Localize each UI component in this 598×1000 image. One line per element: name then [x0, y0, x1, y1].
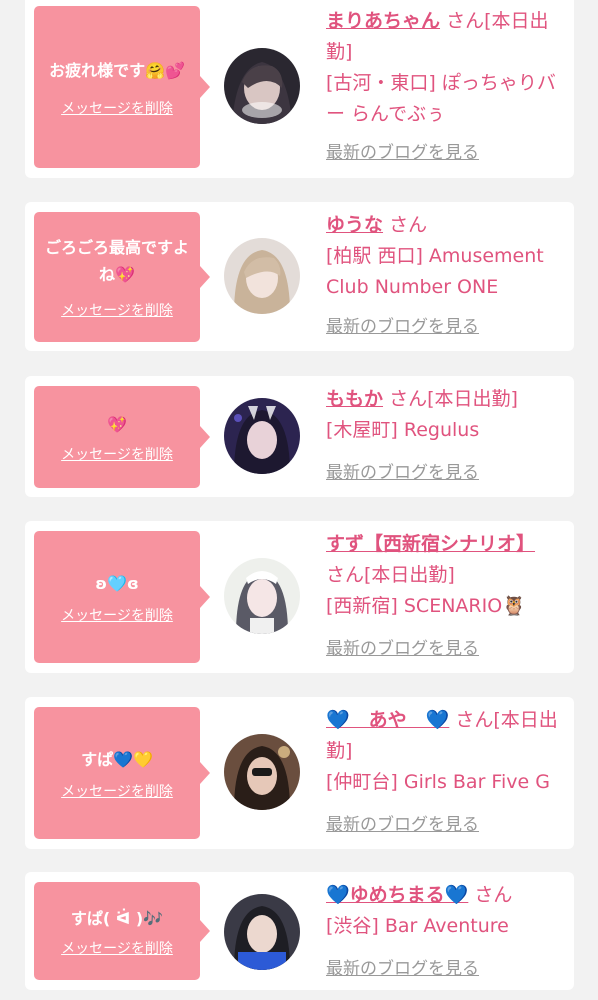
message-card: ごろごろ最高ですよね💖 メッセージを削除 ゆうな さん [柏駅 西口] Amus… — [25, 202, 574, 351]
message-bubble: お疲れ様です🤗💕 メッセージを削除 — [34, 6, 210, 168]
cast-suffix: さん — [389, 214, 428, 236]
message-bubble: 💖 メッセージを削除 — [34, 386, 210, 488]
latest-blog-link[interactable]: 最新のブログを見る — [326, 638, 479, 660]
avatar[interactable] — [224, 558, 300, 634]
shop-info: [渋谷] Bar Aventure — [326, 915, 509, 937]
message-card: すぱ( ᐛ )🎶 メッセージを削除 💙ゆめちまる💙 さん [渋谷] Bar Av… — [25, 872, 574, 990]
avatar[interactable] — [224, 238, 300, 314]
cast-name-link[interactable]: 💙 あや 💙 — [326, 709, 449, 731]
shop-info: [西新宿] SCENARIO🦉 — [326, 595, 526, 617]
cast-info: 💙ゆめちまる💙 さん [渋谷] Bar Aventure — [326, 880, 562, 942]
message-card: ʚ🩵ɞ メッセージを削除 すず【西新宿シナリオ】 さん[本日出勤] [西新宿] … — [25, 521, 574, 673]
avatar[interactable] — [224, 734, 300, 810]
latest-blog-link[interactable]: 最新のブログを見る — [326, 316, 479, 338]
message-card: すぱ💙💛 メッセージを削除 💙 あや 💙 さん[本日出勤] [仲町台] Girl… — [25, 697, 574, 849]
message-bubble: ごろごろ最高ですよね💖 メッセージを削除 — [34, 212, 210, 342]
delete-message-link[interactable]: メッセージを削除 — [61, 605, 173, 625]
shop-info: [柏駅 西口] Amusement Club Number ONE — [326, 245, 544, 298]
latest-blog-link[interactable]: 最新のブログを見る — [326, 814, 479, 836]
message-text: ʚ🩵ɞ — [95, 573, 139, 593]
message-text: すぱ💙💛 — [81, 749, 153, 769]
cast-info: ゆうな さん [柏駅 西口] Amusement Club Number ONE — [326, 210, 562, 303]
message-bubble: ʚ🩵ɞ メッセージを削除 — [34, 531, 210, 663]
avatar[interactable] — [224, 48, 300, 124]
delete-message-link[interactable]: メッセージを削除 — [61, 300, 173, 320]
latest-blog-link[interactable]: 最新のブログを見る — [326, 142, 479, 164]
delete-message-link[interactable]: メッセージを削除 — [61, 781, 173, 801]
cast-info: すず【西新宿シナリオ】 さん[本日出勤] [西新宿] SCENARIO🦉 — [326, 529, 562, 622]
message-text: お疲れ様です🤗💕 — [49, 60, 185, 80]
shop-info: [仲町台] Girls Bar Five G — [326, 771, 550, 793]
avatar[interactable] — [224, 398, 300, 474]
shop-info: [木屋町] Regulus — [326, 419, 480, 441]
message-card: お疲れ様です🤗💕 メッセージを削除 まりあちゃん さん[本日出勤] [古河・東口… — [25, 0, 574, 178]
cast-info: 💙 あや 💙 さん[本日出勤] [仲町台] Girls Bar Five G — [326, 705, 562, 798]
cast-name-link[interactable]: ももか — [326, 388, 383, 410]
message-list: お疲れ様です🤗💕 メッセージを削除 まりあちゃん さん[本日出勤] [古河・東口… — [0, 0, 598, 1000]
cast-name-link[interactable]: すず【西新宿シナリオ】 — [326, 533, 535, 555]
message-text: 💖 — [107, 414, 127, 434]
cast-info: ももか さん[本日出勤] [木屋町] Regulus — [326, 384, 562, 446]
delete-message-link[interactable]: メッセージを削除 — [61, 938, 173, 958]
shop-info: [古河・東口] ぽっちゃりバー らんでぶぅ — [326, 72, 556, 125]
cast-name-link[interactable]: 💙ゆめちまる💙 — [326, 884, 468, 906]
delete-message-link[interactable]: メッセージを削除 — [61, 444, 173, 464]
message-bubble: すぱ( ᐛ )🎶 メッセージを削除 — [34, 882, 210, 980]
message-card: 💖 メッセージを削除 ももか さん[本日出勤] [木屋町] Regulus 最新… — [25, 376, 574, 497]
latest-blog-link[interactable]: 最新のブログを見る — [326, 462, 479, 484]
message-bubble: すぱ💙💛 メッセージを削除 — [34, 707, 210, 839]
avatar[interactable] — [224, 894, 300, 970]
cast-suffix: さん[本日出勤] — [326, 564, 455, 586]
cast-suffix: さん[本日出勤] — [389, 388, 518, 410]
cast-suffix: さん — [474, 884, 513, 906]
cast-name-link[interactable]: ゆうな — [326, 214, 383, 236]
message-text: ごろごろ最高ですよね💖 — [44, 238, 189, 284]
cast-info: まりあちゃん さん[本日出勤] [古河・東口] ぽっちゃりバー らんでぶぅ — [326, 6, 562, 130]
delete-message-link[interactable]: メッセージを削除 — [61, 98, 173, 118]
message-text: すぱ( ᐛ )🎶 — [70, 908, 164, 928]
cast-name-link[interactable]: まりあちゃん — [326, 10, 440, 32]
latest-blog-link[interactable]: 最新のブログを見る — [326, 958, 479, 980]
